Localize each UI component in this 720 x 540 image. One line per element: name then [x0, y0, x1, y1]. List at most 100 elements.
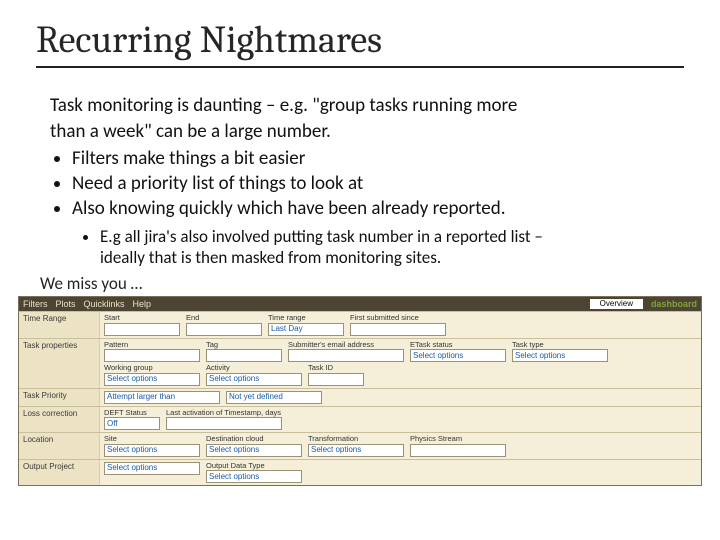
field-input[interactable]: Not yet defined — [226, 391, 322, 404]
sub-line-1: E.g all jira's also involved putting tas… — [100, 226, 543, 247]
title-underline — [36, 66, 684, 68]
menu-item[interactable]: Quicklinks — [84, 300, 125, 309]
filter-field: ActivitySelect options — [206, 364, 302, 386]
sub-line-2: ideally that is then masked from monitor… — [100, 247, 441, 268]
dashboard-screenshot: Filters Plots Quicklinks Help Overview d… — [18, 296, 702, 486]
field-input[interactable]: Select options — [308, 444, 404, 457]
field-label: Tag — [206, 341, 282, 349]
dashboard-section: Task Priority Attempt larger than Not yet … — [19, 388, 701, 406]
filter-field: Output Data TypeSelect options — [206, 462, 302, 484]
bullet-list: Filters make things a bit easier Need a … — [50, 147, 684, 222]
filter-field: Select options — [104, 462, 200, 484]
intro-line-2: than a week" can be a large number. — [50, 120, 684, 144]
filter-field: End — [186, 314, 262, 336]
bullet-item: Filters make things a bit easier — [72, 147, 684, 171]
filter-field: Pattern — [104, 341, 200, 363]
field-input[interactable] — [308, 373, 364, 386]
filter-field: Attempt larger than — [104, 391, 220, 404]
dashboard-section: LocationSiteSelect optionsDestination cl… — [19, 432, 701, 459]
field-input[interactable] — [288, 349, 404, 362]
field-label: Destination cloud — [206, 435, 302, 443]
section-label: Task Priority — [19, 389, 100, 406]
field-input[interactable]: Select options — [104, 373, 200, 386]
field-label: Last activation of Timestamp, days — [166, 409, 282, 417]
filter-field: Time rangeLast Day — [268, 314, 344, 336]
field-input[interactable] — [104, 323, 180, 336]
field-label: Pattern — [104, 341, 200, 349]
field-input[interactable] — [104, 349, 200, 362]
overview-field[interactable]: Overview — [590, 299, 643, 309]
dashboard-menubar: Filters Plots Quicklinks Help Overview d… — [19, 297, 701, 311]
slide-title: Recurring Nightmares — [36, 18, 684, 62]
field-label: ETask status — [410, 341, 506, 349]
dashboard-section: Loss correctionDEFT StatusOffLast activa… — [19, 406, 701, 433]
section-fields: DEFT StatusOff Last activation of Timesta… — [100, 407, 701, 433]
filter-field: Start — [104, 314, 180, 336]
filter-field: Not yet defined — [226, 391, 322, 404]
miss-line: We miss you … — [40, 273, 684, 294]
field-label: Activity — [206, 364, 302, 372]
field-input[interactable]: Off — [104, 417, 160, 430]
bullet-item: Need a priority list of things to look a… — [72, 172, 684, 196]
dashboard-brand: dashboard — [651, 300, 697, 309]
field-input[interactable]: Select options — [206, 470, 302, 483]
section-label: Location — [19, 433, 100, 459]
field-input[interactable] — [166, 417, 282, 430]
field-label: Output Data Type — [206, 462, 302, 470]
section-fields: Select optionsOutput Data TypeSelect opt… — [100, 460, 701, 486]
menu-item[interactable]: Help — [133, 300, 152, 309]
filter-field: Physics Stream — [410, 435, 506, 457]
bullet-item: Also knowing quickly which have been alr… — [72, 197, 684, 221]
field-input[interactable] — [206, 349, 282, 362]
filter-field: Task ID — [308, 364, 364, 386]
dashboard-section: Time Range Start End Time rangeLast Day Firs… — [19, 311, 701, 338]
filter-field: ETask statusSelect options — [410, 341, 506, 363]
field-label: Physics Stream — [410, 435, 506, 443]
filter-field: Destination cloudSelect options — [206, 435, 302, 457]
field-label: Transformation — [308, 435, 404, 443]
section-fields: SiteSelect optionsDestination cloudSelec… — [100, 433, 701, 459]
field-input[interactable]: Last Day — [268, 323, 344, 336]
sub-bullet-item: E.g all jira's also involved putting tas… — [100, 226, 684, 270]
section-fields: Attempt larger than Not yet defined — [100, 389, 701, 406]
section-label: Task properties — [19, 339, 100, 388]
filter-field: First submitted since — [350, 314, 446, 336]
field-input[interactable]: Select options — [104, 462, 200, 475]
section-fields: Pattern Tag Submitter's email address ETask… — [100, 339, 701, 388]
section-label: Time Range — [19, 312, 100, 338]
field-input[interactable] — [410, 444, 506, 457]
section-fields: Start End Time rangeLast Day First submitte… — [100, 312, 701, 338]
slide: Recurring Nightmares Task monitoring is … — [0, 0, 720, 294]
slide-body: Task monitoring is daunting – e.g. "grou… — [36, 94, 684, 269]
filter-field: Submitter's email address — [288, 341, 404, 363]
filter-field: Working groupSelect options — [104, 364, 200, 386]
section-label: Output Project — [19, 460, 100, 486]
field-label: Start — [104, 314, 180, 322]
filter-field: Task typeSelect options — [512, 341, 608, 363]
field-label: Task type — [512, 341, 608, 349]
filter-field: Last activation of Timestamp, days — [166, 409, 282, 431]
field-label: Working group — [104, 364, 200, 372]
field-label: End — [186, 314, 262, 322]
field-input[interactable]: Select options — [410, 349, 506, 362]
field-label: DEFT Status — [104, 409, 160, 417]
field-label: Site — [104, 435, 200, 443]
field-label: First submitted since — [350, 314, 446, 322]
field-input[interactable]: Select options — [104, 444, 200, 457]
sub-bullet-list: E.g all jira's also involved putting tas… — [50, 226, 684, 270]
filter-field: DEFT StatusOff — [104, 409, 160, 431]
field-label: Task ID — [308, 364, 364, 372]
field-input[interactable]: Select options — [206, 373, 302, 386]
dashboard-section: Output ProjectSelect optionsOutput Data … — [19, 459, 701, 486]
field-input[interactable]: Select options — [206, 444, 302, 457]
filter-field: TransformationSelect options — [308, 435, 404, 457]
menu-item[interactable]: Filters — [23, 300, 48, 309]
menu-item[interactable]: Plots — [56, 300, 76, 309]
field-label: Submitter's email address — [288, 341, 404, 349]
field-label: Time range — [268, 314, 344, 322]
field-input[interactable] — [186, 323, 262, 336]
field-input[interactable] — [350, 323, 446, 336]
intro-line-1: Task monitoring is daunting – e.g. "grou… — [50, 94, 684, 118]
field-input[interactable]: Attempt larger than — [104, 391, 220, 404]
field-input[interactable]: Select options — [512, 349, 608, 362]
